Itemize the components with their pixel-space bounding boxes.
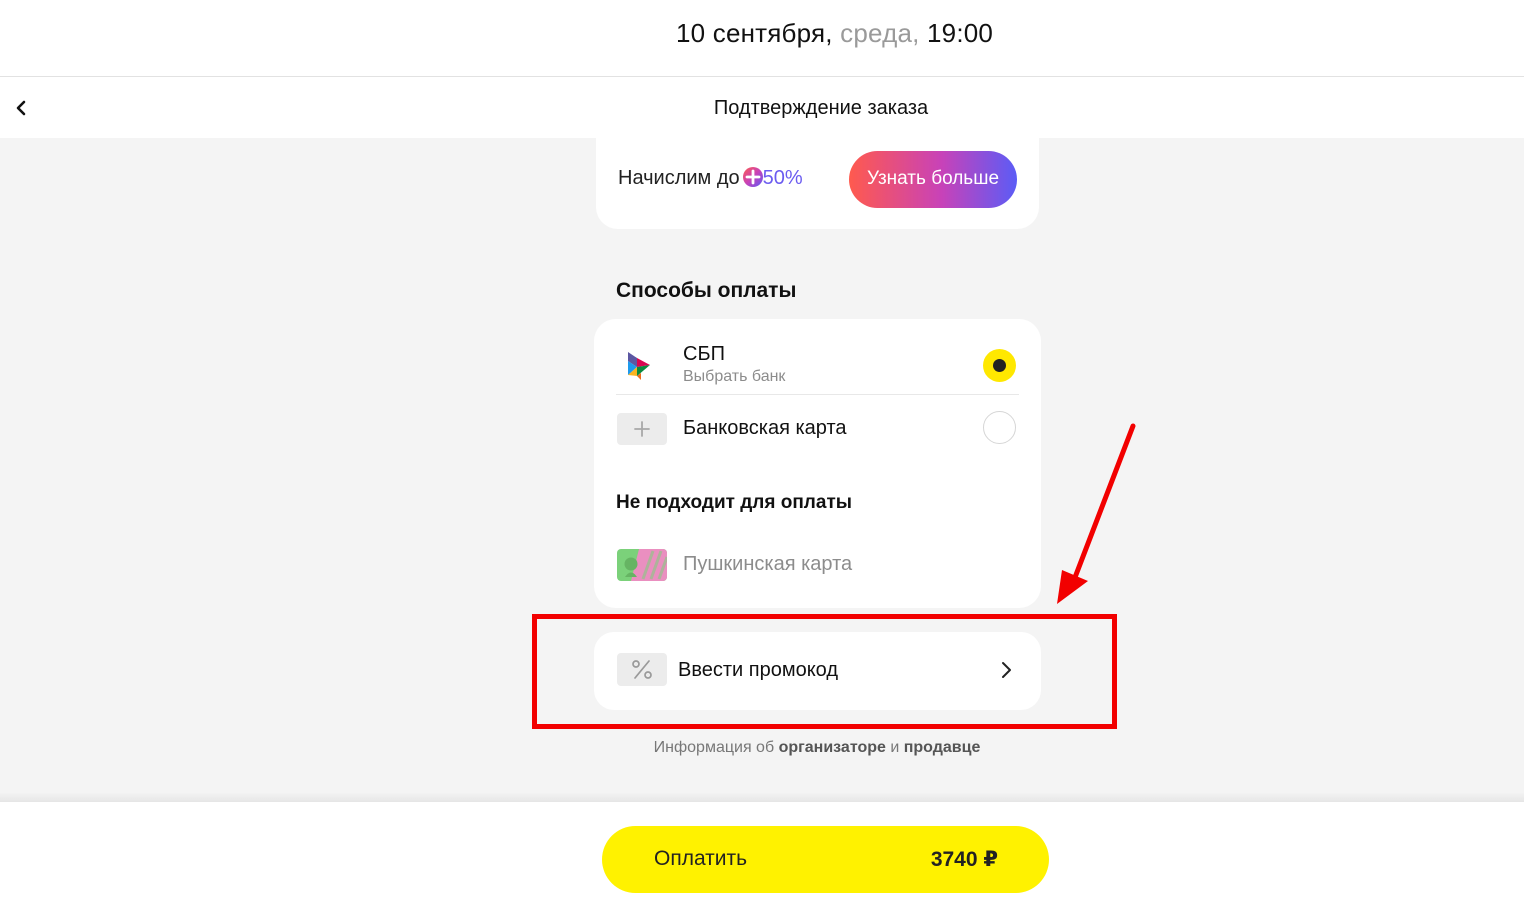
not-suitable-title: Не подходит для оплаты	[616, 492, 852, 513]
payment-option-sbp[interactable]: СБП Выбрать банк	[594, 329, 1041, 395]
plus-banner-label: Начислим до	[618, 167, 740, 189]
pushkin-card-icon	[617, 549, 667, 581]
top-bar: 10 сентября, среда, 19:00	[0, 0, 1524, 77]
payment-option-bank-card[interactable]: Банковская карта	[594, 401, 1041, 457]
payment-option-pushkin-card: Пушкинская карта	[594, 547, 1041, 583]
payment-option-name: Банковская карта	[683, 417, 847, 439]
bottom-shadow	[0, 792, 1524, 802]
organizer-info: Информация об организаторе и продавце	[0, 739, 1524, 757]
plus-points-icon	[742, 167, 763, 187]
event-date: 10 сентября,	[676, 18, 833, 48]
pay-button-label: Оплатить	[654, 847, 748, 870]
info-prefix: Информация об	[653, 739, 775, 756]
learn-more-button[interactable]: Узнать больше	[849, 151, 1017, 208]
payment-option-subtitle: Выбрать банк	[683, 368, 786, 385]
annotation-highlight-box	[532, 614, 1117, 729]
payment-option-name: СБП	[683, 343, 725, 365]
plus-points-banner: Начислим до 50% Узнать больше	[596, 130, 1039, 229]
plus-banner-text: Начислим до 50%	[618, 167, 803, 190]
payment-methods-card: СБП Выбрать банк Банковская карта Не под…	[594, 319, 1041, 608]
annotation-arrow-icon	[1057, 423, 1136, 604]
event-time: 19:00	[927, 18, 994, 48]
bottom-bar: Оплатить 3740 ₽	[0, 802, 1524, 898]
info-conj: и	[890, 739, 900, 756]
plus-banner-percent: 50%	[762, 167, 803, 189]
divider	[616, 394, 1019, 395]
event-datetime: 10 сентября, среда, 19:00	[676, 18, 993, 49]
add-card-icon	[617, 413, 667, 445]
payment-methods-title: Способы оплаты	[616, 279, 797, 302]
pay-button[interactable]: Оплатить 3740 ₽	[602, 826, 1049, 893]
event-weekday: среда,	[840, 18, 920, 48]
radio-selected[interactable]	[983, 349, 1016, 382]
nav-bar: Подтверждение заказа	[0, 77, 1524, 138]
payment-option-name: Пушкинская карта	[683, 553, 853, 575]
pay-button-amount: 3740 ₽	[930, 848, 998, 871]
page-title: Подтверждение заказа	[713, 97, 929, 119]
organizer-link[interactable]: организаторе	[779, 739, 886, 756]
radio-unselected[interactable]	[983, 411, 1016, 444]
sbp-logo-icon	[628, 352, 650, 380]
seller-link[interactable]: продавце	[904, 739, 981, 756]
